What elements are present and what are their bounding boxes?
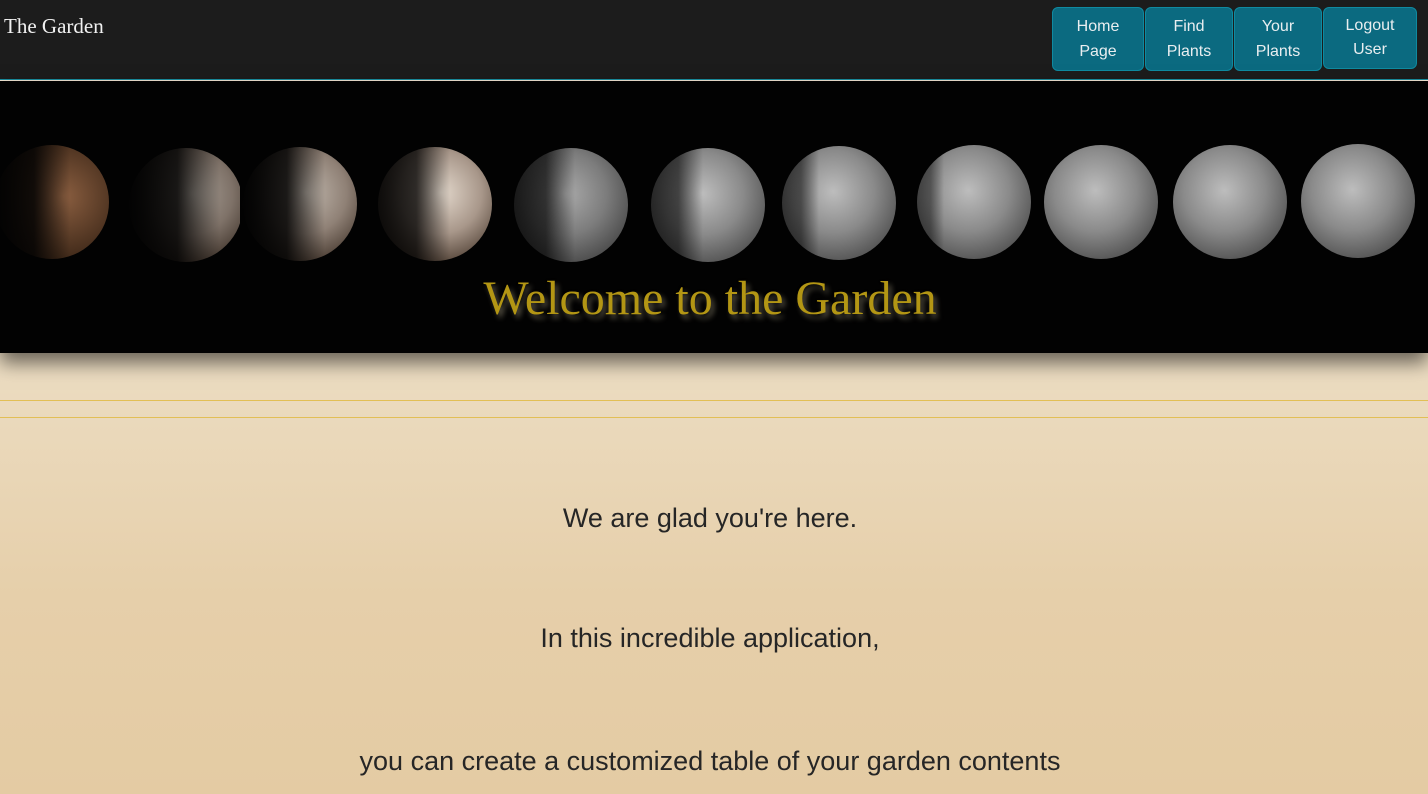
moon-6: [648, 143, 765, 268]
home-page-button[interactable]: Home Page: [1052, 7, 1144, 71]
moon-5: [510, 143, 628, 268]
top-navbar: The Garden Home Page Find Plants Your Pl…: [0, 0, 1428, 80]
find-plants-button[interactable]: Find Plants: [1145, 7, 1233, 71]
brand-title[interactable]: The Garden: [4, 14, 104, 39]
moon-9: [1044, 145, 1158, 259]
intro-line-2: In this incredible application,: [540, 623, 880, 653]
logout-user-button[interactable]: Logout User: [1323, 7, 1417, 69]
moon-4: [375, 143, 492, 268]
moon-11: [1301, 144, 1415, 258]
moon-8: [914, 143, 1031, 268]
divider-line: [0, 417, 1428, 418]
nav-menu: Home Page Find Plants Your Plants Logout…: [1052, 7, 1417, 71]
divider-line: [0, 400, 1428, 401]
moon-3: [240, 143, 357, 268]
moon-1: [0, 141, 109, 266]
moon-10: [1173, 145, 1287, 259]
your-plants-button[interactable]: Your Plants: [1234, 7, 1322, 71]
hero-banner: Welcome to the Garden: [0, 81, 1428, 353]
moon-2: [125, 143, 243, 268]
hero-title: Welcome to the Garden: [483, 272, 937, 325]
intro-line-1: We are glad you're here.: [562, 503, 858, 533]
moon-7: [779, 143, 896, 268]
intro-line-3: you can create a customized table of you…: [359, 746, 1061, 776]
